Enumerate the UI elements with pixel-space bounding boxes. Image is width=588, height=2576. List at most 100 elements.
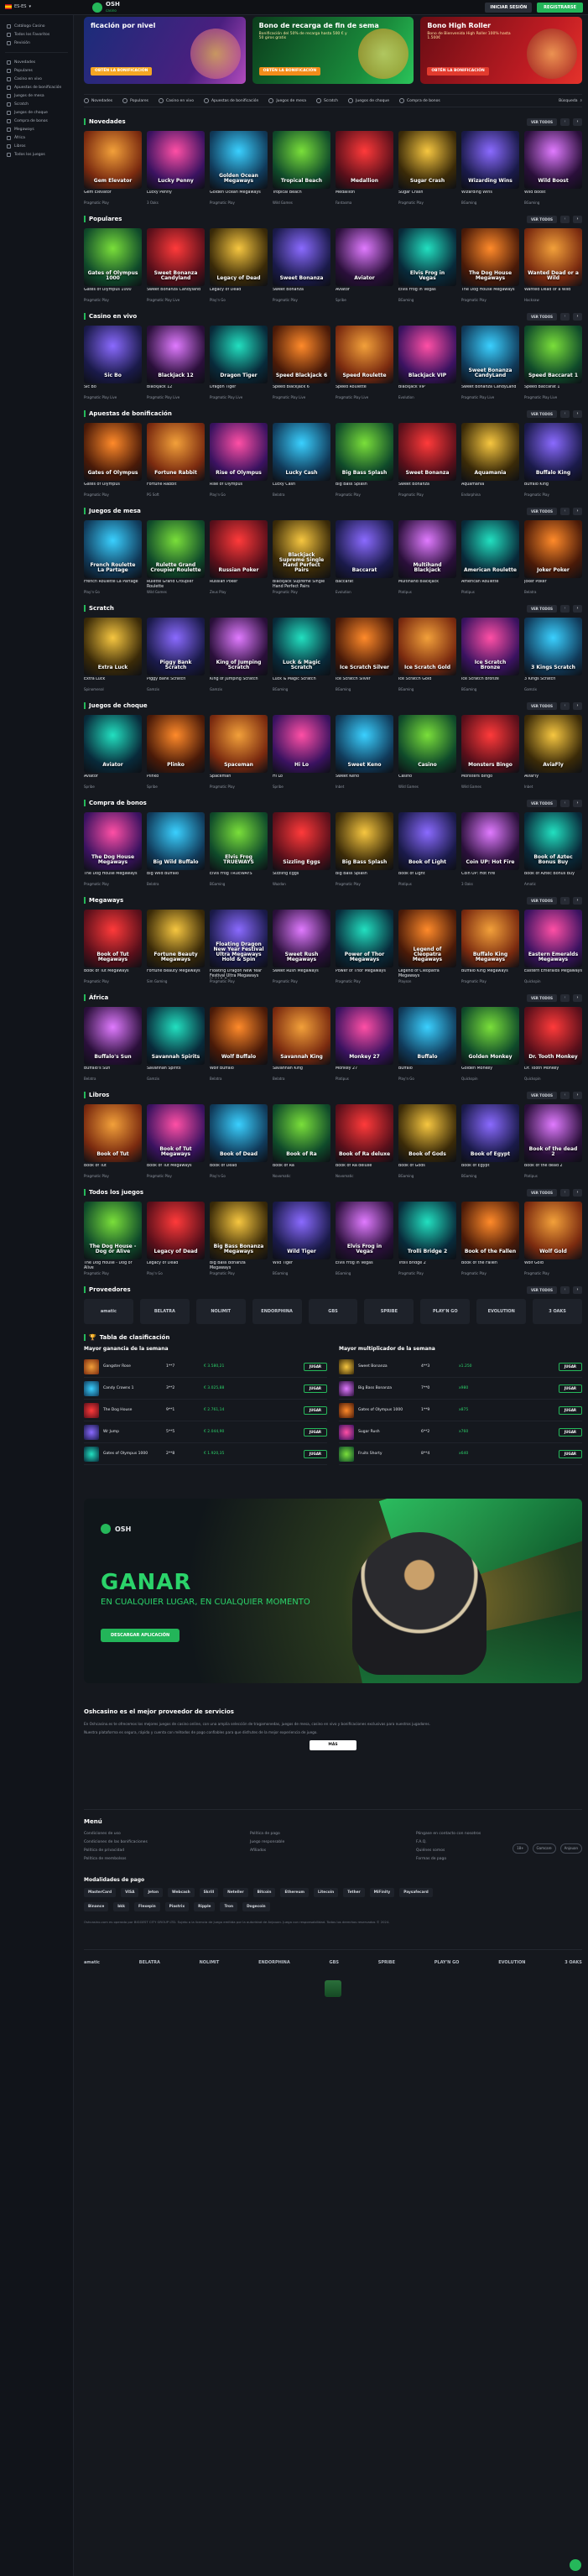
- footer-link-condiciones-de-las-bonificaciones[interactable]: Condiciones de las bonificaciones: [84, 1840, 250, 1844]
- game-card[interactable]: Multihand Blackjack Multihand Blackjack Pl…: [398, 520, 456, 594]
- game-card[interactable]: Big Bass Bonanza Megaways Big Bass Bonanz…: [210, 1202, 268, 1275]
- game-card[interactable]: American Roulette American Roulette Platip…: [461, 520, 519, 594]
- game-card[interactable]: Blackjack 12 Blackjack 12 Pragmatic Play L…: [147, 326, 205, 399]
- game-thumbnail[interactable]: Book of Gods: [398, 1104, 456, 1162]
- play-button[interactable]: JUGAR: [303, 1362, 327, 1371]
- sidebar-item-novedades[interactable]: Novedades: [0, 58, 73, 66]
- game-card[interactable]: Luck & Magic Scratch Luck & Magic Scratch…: [273, 618, 330, 691]
- game-card[interactable]: Book of Egypt Book of Egypt BGaming: [461, 1104, 519, 1178]
- game-thumbnail[interactable]: Rise of Olympus: [210, 423, 268, 481]
- game-thumbnail[interactable]: [339, 1446, 354, 1462]
- game-thumbnail[interactable]: Sweet Bonanza CandyLand: [461, 326, 519, 383]
- game-thumbnail[interactable]: Extra Luck: [84, 618, 142, 675]
- game-thumbnail[interactable]: Eastern Emeralds Megaways: [524, 910, 582, 967]
- game-thumbnail[interactable]: Aviator: [84, 715, 142, 773]
- search-button[interactable]: Búsqueda ⌕: [559, 98, 582, 104]
- prev-arrow-icon[interactable]: ‹: [560, 312, 570, 321]
- game-card[interactable]: 3 Kings Scratch 3 Kings Scratch Gamzix: [524, 618, 582, 691]
- footer-link-pongase-en-contacto-con-nosotros[interactable]: Póngase en contacto con nosotros: [416, 1832, 582, 1836]
- game-thumbnail[interactable]: Sweet Bonanza: [398, 423, 456, 481]
- game-thumbnail[interactable]: Ice Scratch Silver: [336, 618, 393, 675]
- game-thumbnail[interactable]: Sweet Rush Megaways: [273, 910, 330, 967]
- sidebar-item-megaways[interactable]: Megaways: [0, 125, 73, 133]
- game-thumbnail[interactable]: [84, 1358, 99, 1374]
- game-thumbnail[interactable]: Book of Aztec Bonus Buy: [524, 812, 582, 870]
- game-thumbnail[interactable]: Trolli Bridge 2: [398, 1202, 456, 1259]
- game-thumbnail[interactable]: Gates of Olympus: [84, 423, 142, 481]
- sidebar-item-todos-los-favoritos[interactable]: Todos los Favoritos: [0, 30, 73, 39]
- game-card[interactable]: Aquamania Aquamania Endorphina: [461, 423, 519, 497]
- game-thumbnail[interactable]: Big Bass Splash: [336, 812, 393, 870]
- provider-logo[interactable]: EVOLUTION: [476, 1299, 527, 1324]
- game-thumbnail[interactable]: Floating Dragon New Year Festival Ultra …: [210, 910, 268, 967]
- game-thumbnail[interactable]: Baccarat: [336, 520, 393, 578]
- prev-arrow-icon[interactable]: ‹: [560, 1188, 570, 1197]
- game-thumbnail[interactable]: [339, 1380, 354, 1396]
- game-thumbnail[interactable]: Savannah Spirits: [147, 1007, 205, 1065]
- banner-high-roller[interactable]: Bono High Roller Bono de Bienvenida High …: [420, 17, 583, 84]
- game-card[interactable]: Elvis Frog in Vegas Elvis Frog in Vegas BG…: [398, 228, 456, 302]
- game-thumbnail[interactable]: Book of Dead: [210, 1104, 268, 1162]
- game-thumbnail[interactable]: [84, 1402, 99, 1418]
- game-thumbnail[interactable]: Plinko: [147, 715, 205, 773]
- game-thumbnail[interactable]: Ice Scratch Bronze: [461, 618, 519, 675]
- sidebar-item-juegos-de-choque[interactable]: Juegos de choque: [0, 108, 73, 117]
- game-card[interactable]: Big Bass Splash Big Bass Splash Pragmatic …: [336, 812, 393, 886]
- badge-18[interactable]: 18+: [513, 1843, 528, 1854]
- game-thumbnail[interactable]: Fortune Rabbit: [147, 423, 205, 481]
- game-card[interactable]: Trolli Bridge 2 Trolli Bridge 2 Pragmatic …: [398, 1202, 456, 1275]
- game-card[interactable]: Sizzling Eggs Sizzling Eggs Wazdan: [273, 812, 330, 886]
- game-thumbnail[interactable]: Medallion: [336, 131, 393, 189]
- game-thumbnail[interactable]: [339, 1424, 354, 1440]
- game-card[interactable]: The Dog House - Dog or Alive The Dog Hous…: [84, 1202, 142, 1275]
- game-thumbnail[interactable]: Elvis Frog in Vegas: [398, 228, 456, 286]
- game-card[interactable]: Golden Monkey Golden Monkey Quickspin: [461, 1007, 519, 1081]
- next-arrow-icon[interactable]: ›: [573, 312, 582, 321]
- game-thumbnail[interactable]: Buffalo: [398, 1007, 456, 1065]
- prev-arrow-icon[interactable]: ‹: [560, 701, 570, 710]
- game-thumbnail[interactable]: Casino: [398, 715, 456, 773]
- game-thumbnail[interactable]: Book of Egypt: [461, 1104, 519, 1162]
- game-thumbnail[interactable]: Golden Monkey: [461, 1007, 519, 1065]
- game-thumbnail[interactable]: Ice Scratch Gold: [398, 618, 456, 675]
- game-thumbnail[interactable]: Blackjack 12: [147, 326, 205, 383]
- banner-weekend-reload[interactable]: Bono de recarga de fin de sema Bonificaci…: [252, 17, 414, 84]
- game-card[interactable]: Buffalo King Megaways Buffalo King Megawa…: [461, 910, 519, 983]
- game-card[interactable]: Piggy Bank Scratch Piggy Bank Scratch Gamz…: [147, 618, 205, 691]
- provider-logo[interactable]: GBS: [308, 1299, 358, 1324]
- game-thumbnail[interactable]: Russian Poker: [210, 520, 268, 578]
- nav-item-scratch[interactable]: Scratch: [315, 98, 338, 103]
- game-card[interactable]: Hi Lo Hi Lo Spribe: [273, 715, 330, 789]
- sidebar-item-scratch[interactable]: Scratch: [0, 100, 73, 108]
- sidebar-item-africa[interactable]: África: [0, 133, 73, 142]
- next-arrow-icon[interactable]: ›: [573, 1285, 582, 1294]
- game-card[interactable]: Blackjack Supreme Single Hand Perfect Pa…: [273, 520, 330, 594]
- game-card[interactable]: Buffalo Buffalo Play'n Go: [398, 1007, 456, 1081]
- game-card[interactable]: Dr. Tooth Monkey Dr. Tooth Monkey Quickspi…: [524, 1007, 582, 1081]
- game-thumbnail[interactable]: Sweet Bonanza Candyland: [147, 228, 205, 286]
- game-card[interactable]: Golden Ocean Megaways Golden Ocean Megawa…: [210, 131, 268, 205]
- provider-logo[interactable]: 3 OAKS: [533, 1299, 583, 1324]
- prev-arrow-icon[interactable]: ‹: [560, 215, 570, 223]
- login-button[interactable]: INICIAR SESIÓN: [485, 3, 533, 13]
- next-arrow-icon[interactable]: ›: [573, 896, 582, 905]
- sidebar-item-catalogo-casino[interactable]: Catálogo Casino: [0, 22, 73, 30]
- game-thumbnail[interactable]: Blackjack Supreme Single Hand Perfect Pa…: [273, 520, 330, 578]
- next-arrow-icon[interactable]: ›: [573, 507, 582, 515]
- game-card[interactable]: Coin UP: Hot Fire Coin UP: Hot Fire 3 Oaks: [461, 812, 519, 886]
- game-thumbnail[interactable]: Sweet Bonanza: [273, 228, 330, 286]
- game-card[interactable]: Elvis Frog in Vegas Elvis Frog in Vegas BG…: [336, 1202, 393, 1275]
- game-thumbnail[interactable]: Piggy Bank Scratch: [147, 618, 205, 675]
- banner-level-bonus[interactable]: ficación por nivel OBTÉN LA BONIFICACIÓN: [84, 17, 246, 84]
- game-thumbnail[interactable]: Book of Tut Megaways: [84, 910, 142, 967]
- next-arrow-icon[interactable]: ›: [573, 117, 582, 126]
- footer-link-formas-de-pago[interactable]: Formas de pago: [416, 1857, 582, 1861]
- next-arrow-icon[interactable]: ›: [573, 1188, 582, 1197]
- game-card[interactable]: Fortune Beauty Megaways Fortune Beauty Me…: [147, 910, 205, 983]
- game-card[interactable]: Monsters Bingo Monsters Bingo Wild Games: [461, 715, 519, 789]
- game-thumbnail[interactable]: Book of Light: [398, 812, 456, 870]
- next-arrow-icon[interactable]: ›: [573, 993, 582, 1002]
- game-card[interactable]: Elvis Frog TRUEWAYS Elvis Frog TRUEWAYS BG…: [210, 812, 268, 886]
- game-card[interactable]: Dragon Tiger Dragon Tiger Pragmatic Play L…: [210, 326, 268, 399]
- footer-link-politica-de-pago[interactable]: Política de pago: [250, 1832, 416, 1836]
